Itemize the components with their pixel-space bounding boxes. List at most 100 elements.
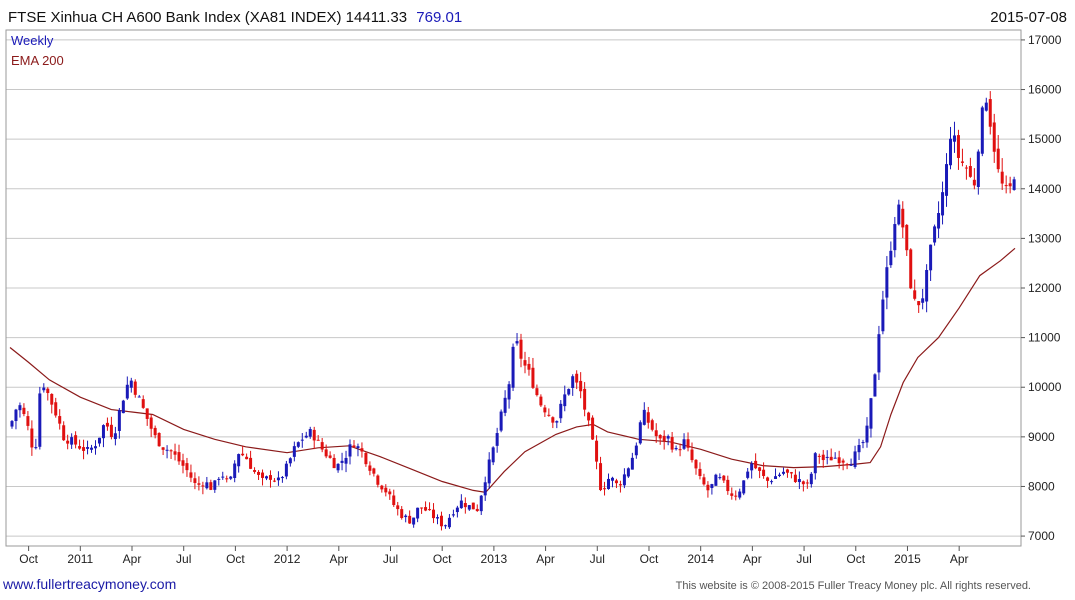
candle-body — [941, 192, 945, 216]
y-tick-label: 14000 — [1028, 182, 1062, 196]
candle — [360, 442, 364, 458]
candle-body — [1000, 171, 1004, 184]
candle — [543, 404, 547, 417]
candle — [941, 181, 945, 225]
candle — [984, 97, 988, 112]
candle-body — [316, 439, 320, 441]
candle — [785, 468, 789, 478]
candle — [189, 464, 193, 483]
candle — [642, 402, 646, 426]
candle — [1008, 176, 1012, 194]
x-tick-label: Oct — [226, 552, 245, 566]
legend-ema200: EMA 200 — [11, 53, 64, 68]
candle-body — [674, 448, 678, 450]
candle — [233, 460, 237, 483]
candle-body — [416, 507, 420, 519]
candle-body — [272, 480, 276, 482]
candle — [829, 448, 833, 461]
candle-body — [571, 376, 575, 388]
y-tick-label: 11000 — [1028, 331, 1061, 345]
candle — [14, 408, 18, 430]
candle-body — [237, 454, 241, 467]
candle — [964, 165, 968, 180]
y-tick-label: 16000 — [1028, 83, 1062, 97]
candle — [50, 393, 54, 414]
candle — [845, 462, 849, 470]
candle-body — [873, 374, 877, 397]
candle — [901, 201, 905, 239]
candle — [221, 471, 225, 480]
candle — [952, 121, 956, 153]
candle-body — [766, 477, 770, 481]
candle — [340, 452, 344, 471]
candle-body — [443, 525, 447, 527]
site-link[interactable]: www.fullertreacymoney.com — [3, 576, 176, 592]
candle — [30, 420, 34, 456]
candle — [849, 458, 853, 466]
candle — [555, 420, 559, 429]
candle — [58, 409, 62, 430]
candle-body — [587, 412, 591, 421]
candle-body — [503, 397, 507, 413]
candle — [416, 507, 420, 523]
candle — [467, 504, 471, 511]
candle — [368, 461, 372, 476]
candle-body — [956, 135, 960, 158]
candle-body — [805, 482, 809, 484]
candle-body — [515, 341, 519, 344]
candle — [937, 201, 941, 238]
candle-body — [730, 493, 734, 496]
candle-body — [66, 440, 70, 444]
candle — [606, 473, 610, 490]
legend-weekly: Weekly — [11, 33, 54, 48]
candle-body — [539, 396, 543, 406]
candle-body — [356, 446, 360, 449]
candle-body — [193, 478, 197, 483]
candle-body — [738, 491, 742, 498]
candle-body — [845, 464, 849, 466]
candle-body — [507, 384, 511, 400]
x-tick-label: Apr — [329, 552, 348, 566]
candle — [646, 406, 650, 429]
candle-body — [404, 515, 408, 518]
candle-body — [344, 457, 348, 464]
candle-body — [781, 471, 785, 474]
candle — [495, 427, 499, 453]
candle — [90, 444, 94, 453]
candle — [133, 379, 137, 398]
candle-body — [42, 387, 46, 391]
candle-body — [964, 167, 968, 169]
candle-body — [921, 298, 925, 303]
y-tick-label: 13000 — [1028, 231, 1062, 245]
candle — [491, 446, 495, 466]
candle — [579, 372, 583, 399]
candle — [46, 387, 50, 401]
candle-body — [722, 475, 726, 481]
candle-body — [972, 179, 976, 186]
candle-body — [523, 360, 527, 366]
candle-body — [650, 420, 654, 430]
candle — [348, 439, 352, 465]
candle — [161, 447, 165, 456]
candle-body — [428, 509, 432, 511]
candle — [626, 467, 630, 478]
candle — [320, 437, 324, 453]
candle-body — [86, 447, 90, 449]
candle — [662, 430, 666, 450]
candle — [129, 377, 133, 393]
candle-body — [933, 226, 937, 243]
candle-body — [308, 429, 312, 437]
candle-body — [726, 479, 730, 492]
x-tick-label: Jul — [590, 552, 605, 566]
candle — [563, 385, 567, 412]
candle — [762, 462, 766, 479]
candle — [559, 400, 563, 423]
candle-body — [801, 481, 805, 485]
candle — [328, 451, 332, 459]
candle — [817, 453, 821, 464]
x-tick-label: Apr — [743, 552, 762, 566]
candle — [897, 199, 901, 226]
candle-body — [380, 485, 384, 490]
candle — [730, 487, 734, 500]
candle — [26, 411, 30, 431]
